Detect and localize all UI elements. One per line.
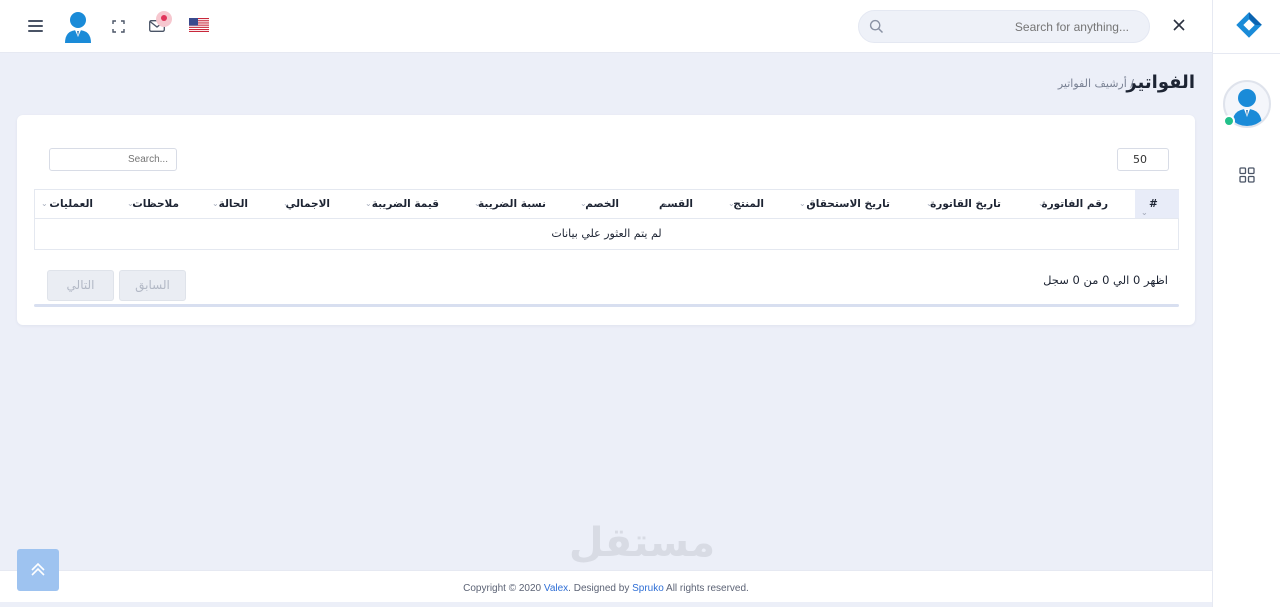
bottom-strip: [0, 602, 1212, 607]
top-header: [0, 0, 1212, 53]
us-flag-icon[interactable]: [189, 18, 209, 32]
global-search[interactable]: [858, 10, 1150, 43]
footer: Copyright © 2020 Valex. Designed by Spru…: [0, 570, 1212, 602]
valex-logo-icon[interactable]: [1234, 10, 1264, 40]
breadcrumb[interactable]: / أرشيف الفواتير: [1058, 77, 1134, 90]
sort-icon[interactable]: ⌄: [580, 199, 587, 208]
footer-copyright: Copyright © 2020: [463, 583, 544, 594]
notification-badge: [156, 11, 172, 27]
table-info: اظهر 0 الي 0 من 0 سجل: [1043, 273, 1168, 287]
column-header-hash[interactable]: # ⌄: [1135, 190, 1179, 218]
back-to-top-button[interactable]: [17, 549, 59, 591]
next-page-button[interactable]: التالي: [47, 270, 114, 301]
online-status-dot: [1223, 115, 1235, 127]
column-header-discount[interactable]: الخصم: [585, 190, 619, 218]
sidebar-divider: [1213, 53, 1280, 54]
sort-icon[interactable]: ⌄: [474, 199, 481, 208]
column-header-invoice-date[interactable]: تاريخ القاتورة: [930, 190, 1001, 218]
column-label: رقم الفاتورة: [1041, 198, 1108, 210]
horizontal-scrollbar[interactable]: [34, 304, 1179, 307]
menu-toggle-icon[interactable]: [28, 20, 43, 32]
column-header-tax-rate[interactable]: نسبة الضريبة: [478, 190, 546, 218]
invoices-card: 50 # ⌄ رقم الفاتورة ⌄ تاريخ القاتورة ⌄ ت…: [17, 115, 1195, 325]
table-search-input[interactable]: [49, 148, 177, 171]
column-label: قيمة الضريبة: [371, 198, 439, 210]
column-header-invoice-number[interactable]: رقم الفاتورة: [1041, 190, 1108, 218]
column-header-tax-value[interactable]: قيمة الضريبة: [372, 190, 439, 218]
table-header: # ⌄ رقم الفاتورة ⌄ تاريخ القاتورة ⌄ تاري…: [34, 189, 1179, 219]
sort-icon[interactable]: ⌄: [926, 199, 933, 208]
column-label: الاجمالي: [285, 198, 330, 210]
sort-icon[interactable]: ⌄: [365, 199, 372, 208]
footer-brand-link[interactable]: Valex: [544, 583, 568, 594]
column-label: #: [1149, 198, 1158, 210]
page-length-select[interactable]: 50: [1117, 148, 1169, 171]
empty-table-message: لم يتم العثور علي بيانات: [551, 227, 662, 240]
sort-icon[interactable]: ⌄: [212, 199, 219, 208]
column-label: المنتج: [733, 198, 764, 210]
table-body: لم يتم العثور علي بيانات: [34, 219, 1179, 250]
column-label: ملاحظات: [132, 198, 179, 210]
user-avatar-icon[interactable]: [64, 11, 92, 43]
sort-icon[interactable]: ⌄: [662, 199, 669, 208]
sort-icon[interactable]: ⌄: [1038, 199, 1045, 208]
global-search-input[interactable]: [889, 18, 1129, 36]
watermark-logo: مستقل: [568, 520, 716, 566]
sort-icon[interactable]: ⌄: [127, 199, 134, 208]
column-header-product[interactable]: المنتج: [733, 190, 764, 218]
right-sidebar: [1212, 0, 1280, 607]
fullscreen-icon[interactable]: [112, 20, 125, 33]
column-label: الحالة: [218, 198, 248, 210]
sort-icon[interactable]: ⌄: [799, 199, 806, 208]
sort-icon[interactable]: ⌄: [728, 199, 735, 208]
close-icon[interactable]: [1172, 18, 1186, 32]
column-header-due-date[interactable]: تاريخ الاستحقاق: [806, 190, 890, 218]
column-header-notes[interactable]: ملاحظات: [132, 190, 179, 218]
column-label: العمليات: [49, 198, 93, 210]
apps-grid-icon[interactable]: [1239, 167, 1255, 183]
page-title: الفواتير: [1126, 72, 1195, 93]
column-header-total[interactable]: الاجمالي: [285, 190, 330, 218]
sort-icon[interactable]: ⌄: [41, 199, 48, 208]
column-header-operations[interactable]: العمليات: [49, 190, 93, 218]
footer-rights: All rights reserved.: [663, 583, 749, 594]
column-label: نسبة الضريبة: [478, 198, 546, 210]
column-label: تاريخ القاتورة: [930, 198, 1001, 210]
footer-designed-by: . Designed by: [568, 583, 633, 594]
invoices-table: # ⌄ رقم الفاتورة ⌄ تاريخ القاتورة ⌄ تاري…: [34, 189, 1179, 250]
previous-page-button[interactable]: السابق: [119, 270, 186, 301]
footer-designer-link[interactable]: Spruko: [632, 583, 664, 594]
search-icon[interactable]: [869, 19, 884, 34]
column-header-status[interactable]: الحالة: [219, 190, 248, 218]
column-label: الخصم: [585, 198, 619, 210]
double-chevron-up-icon: [31, 562, 45, 576]
sort-icon[interactable]: ⌄: [283, 199, 290, 208]
column-label: تاريخ الاستحقاق: [806, 198, 890, 210]
